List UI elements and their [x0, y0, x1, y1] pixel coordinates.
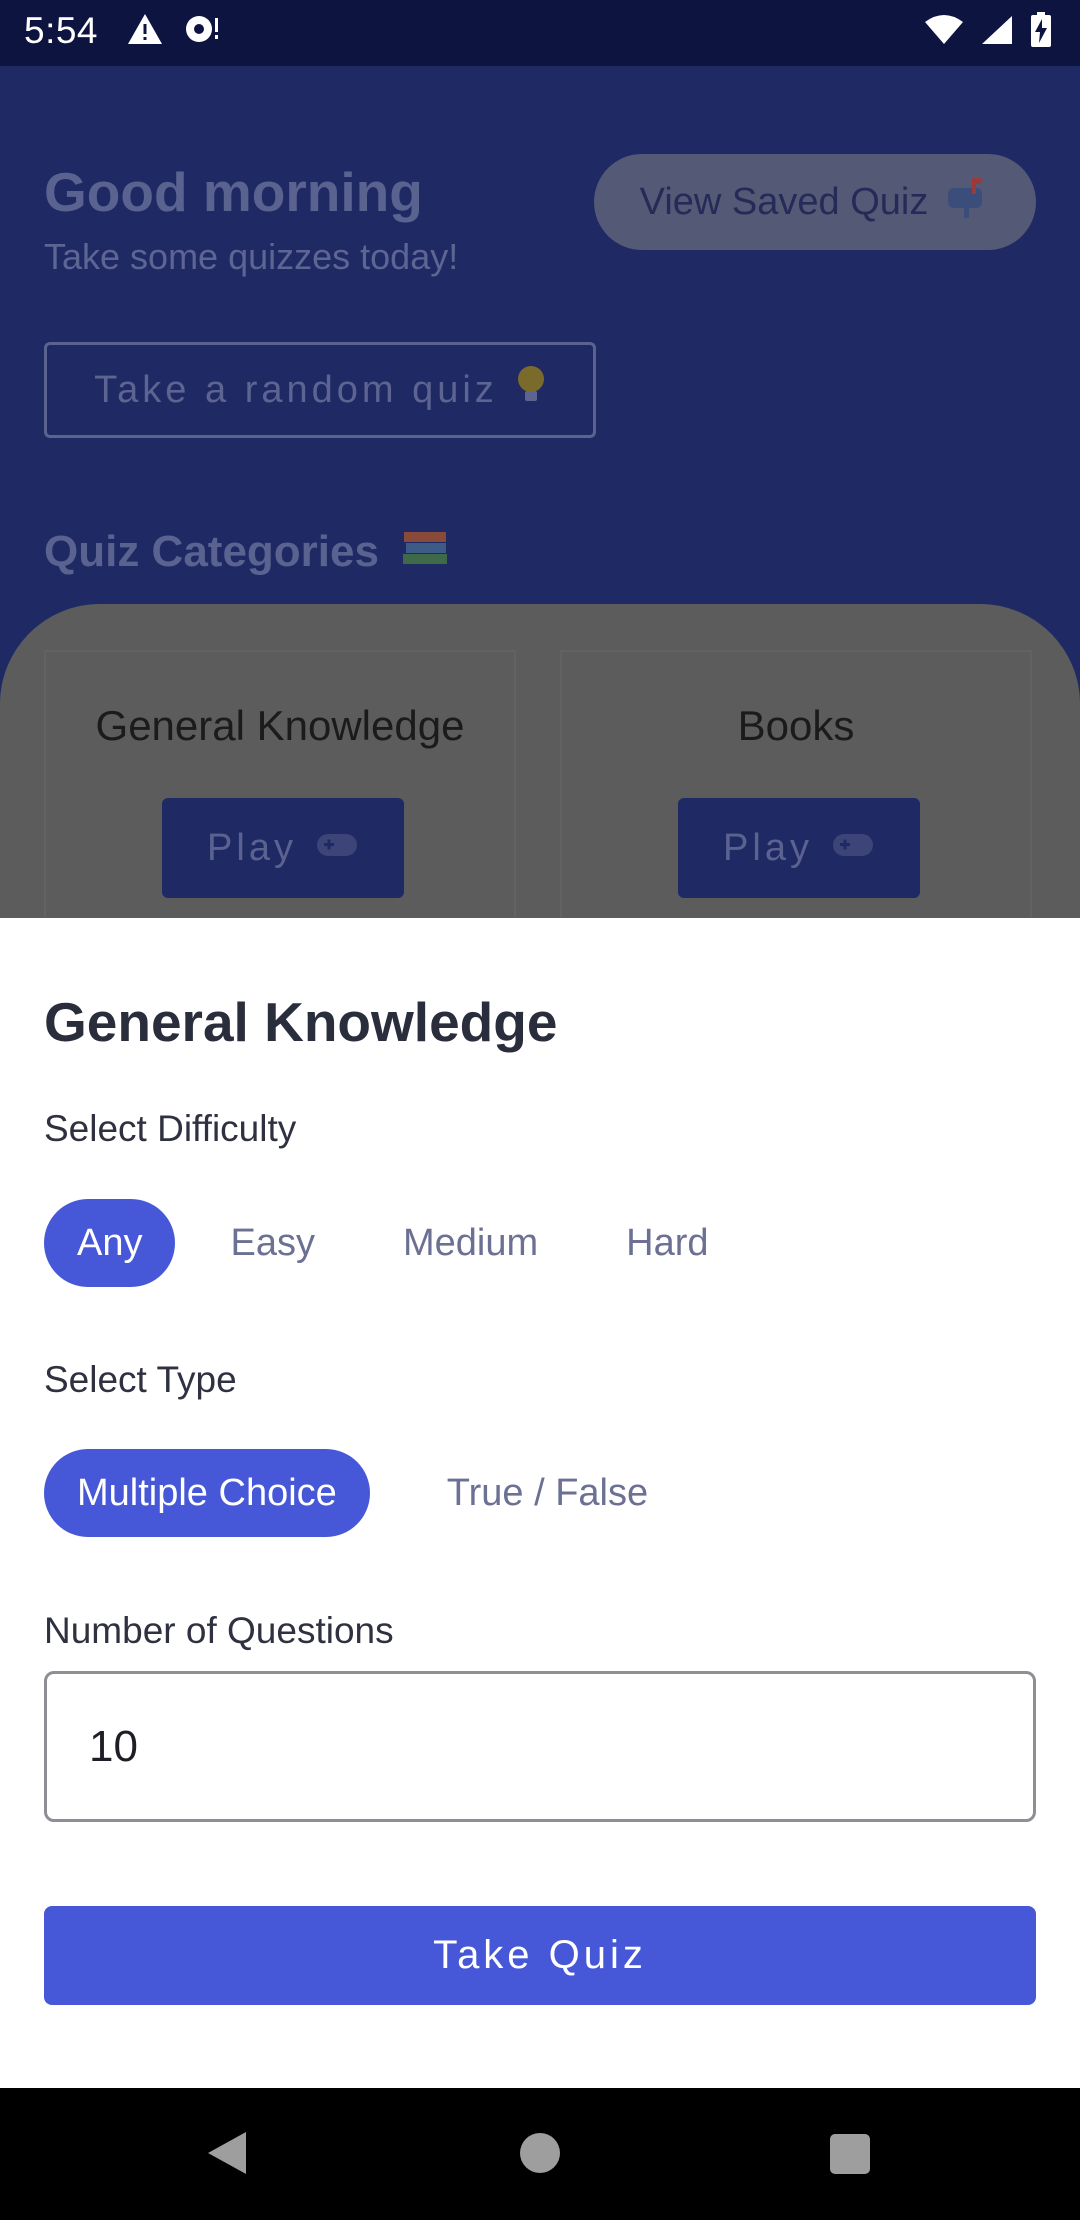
difficulty-chip-easy[interactable]: Easy — [197, 1199, 347, 1287]
status-notifications — [126, 12, 222, 51]
play-button[interactable]: Play — [162, 798, 404, 898]
play-button[interactable]: Play — [678, 798, 920, 898]
game-controller-icon — [315, 827, 359, 870]
status-time: 5:54 — [24, 10, 99, 51]
take-quiz-label: Take Quiz — [433, 1933, 647, 1977]
type-chip-true-false[interactable]: True / False — [414, 1449, 681, 1537]
wifi-icon — [924, 14, 964, 51]
sync-alert-icon — [182, 12, 222, 51]
quiz-categories-heading: Quiz Categories — [44, 524, 449, 579]
type-chip-multiple-choice[interactable]: Multiple Choice — [44, 1449, 370, 1537]
questions-field[interactable] — [44, 1671, 1036, 1822]
view-saved-quiz-label: View Saved Quiz — [639, 180, 929, 223]
navigation-bar — [0, 2088, 1080, 2220]
status-system-icons — [924, 12, 1052, 53]
lightbulb-icon — [516, 364, 546, 416]
recents-icon[interactable] — [830, 2134, 870, 2174]
difficulty-chip-hard[interactable]: Hard — [593, 1199, 741, 1287]
books-icon — [401, 524, 449, 579]
mailbox-icon — [944, 176, 990, 228]
back-icon[interactable] — [206, 2130, 248, 2181]
difficulty-chip-any[interactable]: Any — [44, 1199, 176, 1287]
difficulty-label: Select Difficulty — [44, 1108, 297, 1149]
status-bar: 5:54 — [0, 0, 1080, 66]
quiz-categories-label: Quiz Categories — [44, 526, 379, 576]
category-title: General Knowledge — [95, 702, 465, 749]
greeting-subtitle: Take some quizzes today! — [44, 236, 459, 277]
sheet-title: General Knowledge — [44, 991, 558, 1053]
questions-input[interactable] — [47, 1674, 1033, 1819]
home-icon[interactable] — [520, 2133, 560, 2173]
greeting-title: Good morning — [44, 161, 423, 223]
category-card: General Knowledge Play — [44, 650, 516, 918]
view-saved-quiz-button[interactable]: View Saved Quiz — [594, 154, 1036, 250]
game-controller-icon — [831, 827, 875, 870]
play-label: Play — [207, 826, 297, 869]
take-random-quiz-button[interactable]: Take a random quiz — [44, 342, 596, 438]
battery-charging-icon — [1030, 12, 1052, 53]
category-card: Books Play — [560, 650, 1032, 918]
quiz-options-sheet: General Knowledge Select Difficulty Any … — [0, 918, 1080, 2088]
difficulty-chips: Any Easy Medium Hard — [44, 1199, 764, 1287]
type-label: Select Type — [44, 1359, 237, 1400]
warning-icon — [126, 12, 164, 51]
questions-label: Number of Questions — [44, 1610, 394, 1651]
signal-icon — [980, 14, 1014, 51]
take-random-quiz-label: Take a random quiz — [94, 368, 498, 411]
take-quiz-button[interactable]: Take Quiz — [44, 1906, 1036, 2005]
type-chips: Multiple Choice True / False — [44, 1449, 703, 1537]
home-screen: Good morning Take some quizzes today! Vi… — [0, 66, 1080, 918]
category-title: Books — [737, 702, 855, 749]
difficulty-chip-medium[interactable]: Medium — [370, 1199, 571, 1287]
play-label: Play — [723, 826, 813, 869]
